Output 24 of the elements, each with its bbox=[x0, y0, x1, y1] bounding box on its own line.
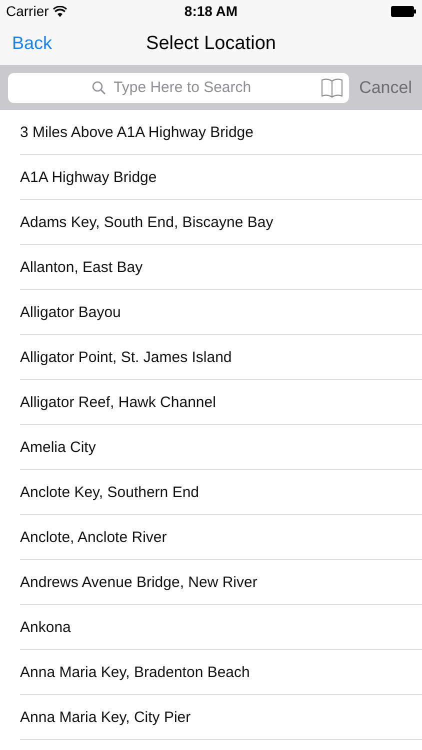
location-item[interactable]: Amelia City bbox=[20, 438, 96, 456]
carrier-label: Carrier bbox=[6, 3, 49, 19]
clock-time: 8:18 AM bbox=[184, 3, 238, 19]
location-item[interactable]: Anclote, Anclote River bbox=[20, 528, 167, 546]
location-item[interactable]: A1A Highway Bridge bbox=[20, 168, 157, 186]
location-item[interactable]: Alligator Point, St. James Island bbox=[20, 348, 232, 366]
location-item[interactable]: Alligator Bayou bbox=[20, 304, 121, 320]
location-item[interactable]: Ankona bbox=[20, 618, 71, 636]
search-icon bbox=[92, 80, 106, 94]
search-field[interactable]: Type Here to Search bbox=[112, 78, 266, 97]
battery-icon bbox=[390, 6, 416, 16]
location-item[interactable]: Anna Maria Key, City Pier bbox=[20, 708, 191, 726]
location-item[interactable]: 3 Miles Above A1A Highway Bridge bbox=[20, 124, 254, 140]
location-item[interactable]: Anclote Key, Southern End bbox=[20, 484, 200, 500]
location-item[interactable]: Andrews Avenue Bridge, New River bbox=[20, 574, 258, 590]
location-item[interactable]: Alligator Reef, Hawk Channel bbox=[20, 394, 216, 410]
location-item[interactable]: Allanton, East Bay bbox=[20, 258, 143, 276]
location-item[interactable]: Adams Key, South End, Biscayne Bay bbox=[20, 214, 274, 230]
book-icon[interactable] bbox=[321, 78, 344, 98]
back-button[interactable]: Back bbox=[0, 33, 64, 54]
screen-title: Select Location bbox=[146, 32, 276, 54]
wifi-icon bbox=[52, 6, 67, 16]
search-box[interactable]: Type Here to Search bbox=[8, 72, 350, 102]
location-item[interactable]: Anna Maria Key, Bradenton Beach bbox=[20, 664, 250, 680]
